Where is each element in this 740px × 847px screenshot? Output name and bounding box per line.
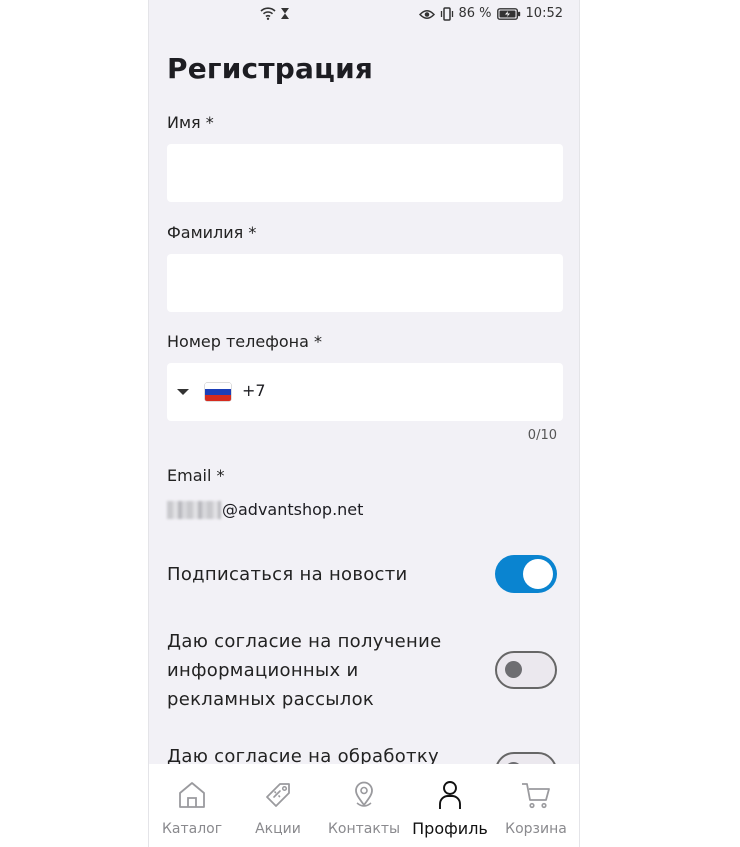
cart-icon [522, 783, 550, 809]
subscribe-news-label: Подписаться на новости [167, 564, 408, 585]
phone-input[interactable]: +7 [167, 363, 563, 421]
marketing-consent-label: Даю согласие на получение информационных… [167, 631, 442, 710]
battery-percent: 86 % [458, 6, 492, 21]
toggle-knob [505, 661, 522, 678]
eye-icon [418, 9, 435, 19]
marketing-consent-toggle[interactable] [495, 651, 557, 689]
vibrate-icon [440, 7, 453, 21]
nav-label: Акции [255, 821, 301, 837]
phone-country-code: +7 [242, 381, 266, 400]
app-screen: 86 % 10:52 Регистрация Имя * Фамилия * Н… [148, 0, 580, 847]
email-value: @advantshop.net [167, 500, 363, 519]
person-icon [439, 781, 461, 809]
nav-item-promotions[interactable]: Акции [235, 764, 321, 847]
country-code-dropdown[interactable] [177, 377, 231, 407]
toggle-knob [523, 559, 553, 589]
page-title: Регистрация [167, 52, 374, 85]
nav-item-catalog[interactable]: Каталог [149, 764, 235, 847]
status-left [260, 6, 290, 20]
status-bar: 86 % 10:52 [149, 0, 579, 30]
hourglass-icon [281, 7, 289, 19]
redacted-email-user [167, 500, 221, 519]
caret-down-icon [177, 389, 189, 395]
tag-icon [266, 783, 290, 807]
nav-label: Профиль [412, 819, 488, 838]
nav-item-contacts[interactable]: Контакты [321, 764, 407, 847]
status-right: 86 % 10:52 [418, 6, 563, 22]
subscribe-news-toggle[interactable] [495, 555, 557, 593]
email-label: Email * [167, 466, 225, 485]
nav-label: Каталог [161, 821, 223, 837]
last-name-label: Фамилия * [167, 223, 257, 242]
bottom-nav: Каталог Акции Контакты Профиль Корзина [149, 764, 579, 847]
nav-item-cart[interactable]: Корзина [493, 764, 579, 847]
email-domain: @advantshop.net [222, 500, 364, 519]
first-name-label: Имя * [167, 113, 214, 132]
clock: 10:52 [525, 6, 563, 21]
home-icon [179, 782, 205, 808]
nav-label: Корзина [505, 821, 567, 837]
phone-label: Номер телефона * [167, 332, 323, 351]
battery-icon [496, 8, 520, 20]
russia-flag-icon [205, 383, 231, 401]
last-name-input[interactable] [167, 254, 563, 312]
wifi-icon [260, 7, 276, 20]
location-pin-icon [355, 781, 373, 807]
nav-item-profile[interactable]: Профиль [407, 764, 493, 847]
phone-char-counter: 0/10 [527, 428, 557, 443]
first-name-input[interactable] [167, 144, 563, 202]
nav-label: Контакты [327, 821, 401, 837]
